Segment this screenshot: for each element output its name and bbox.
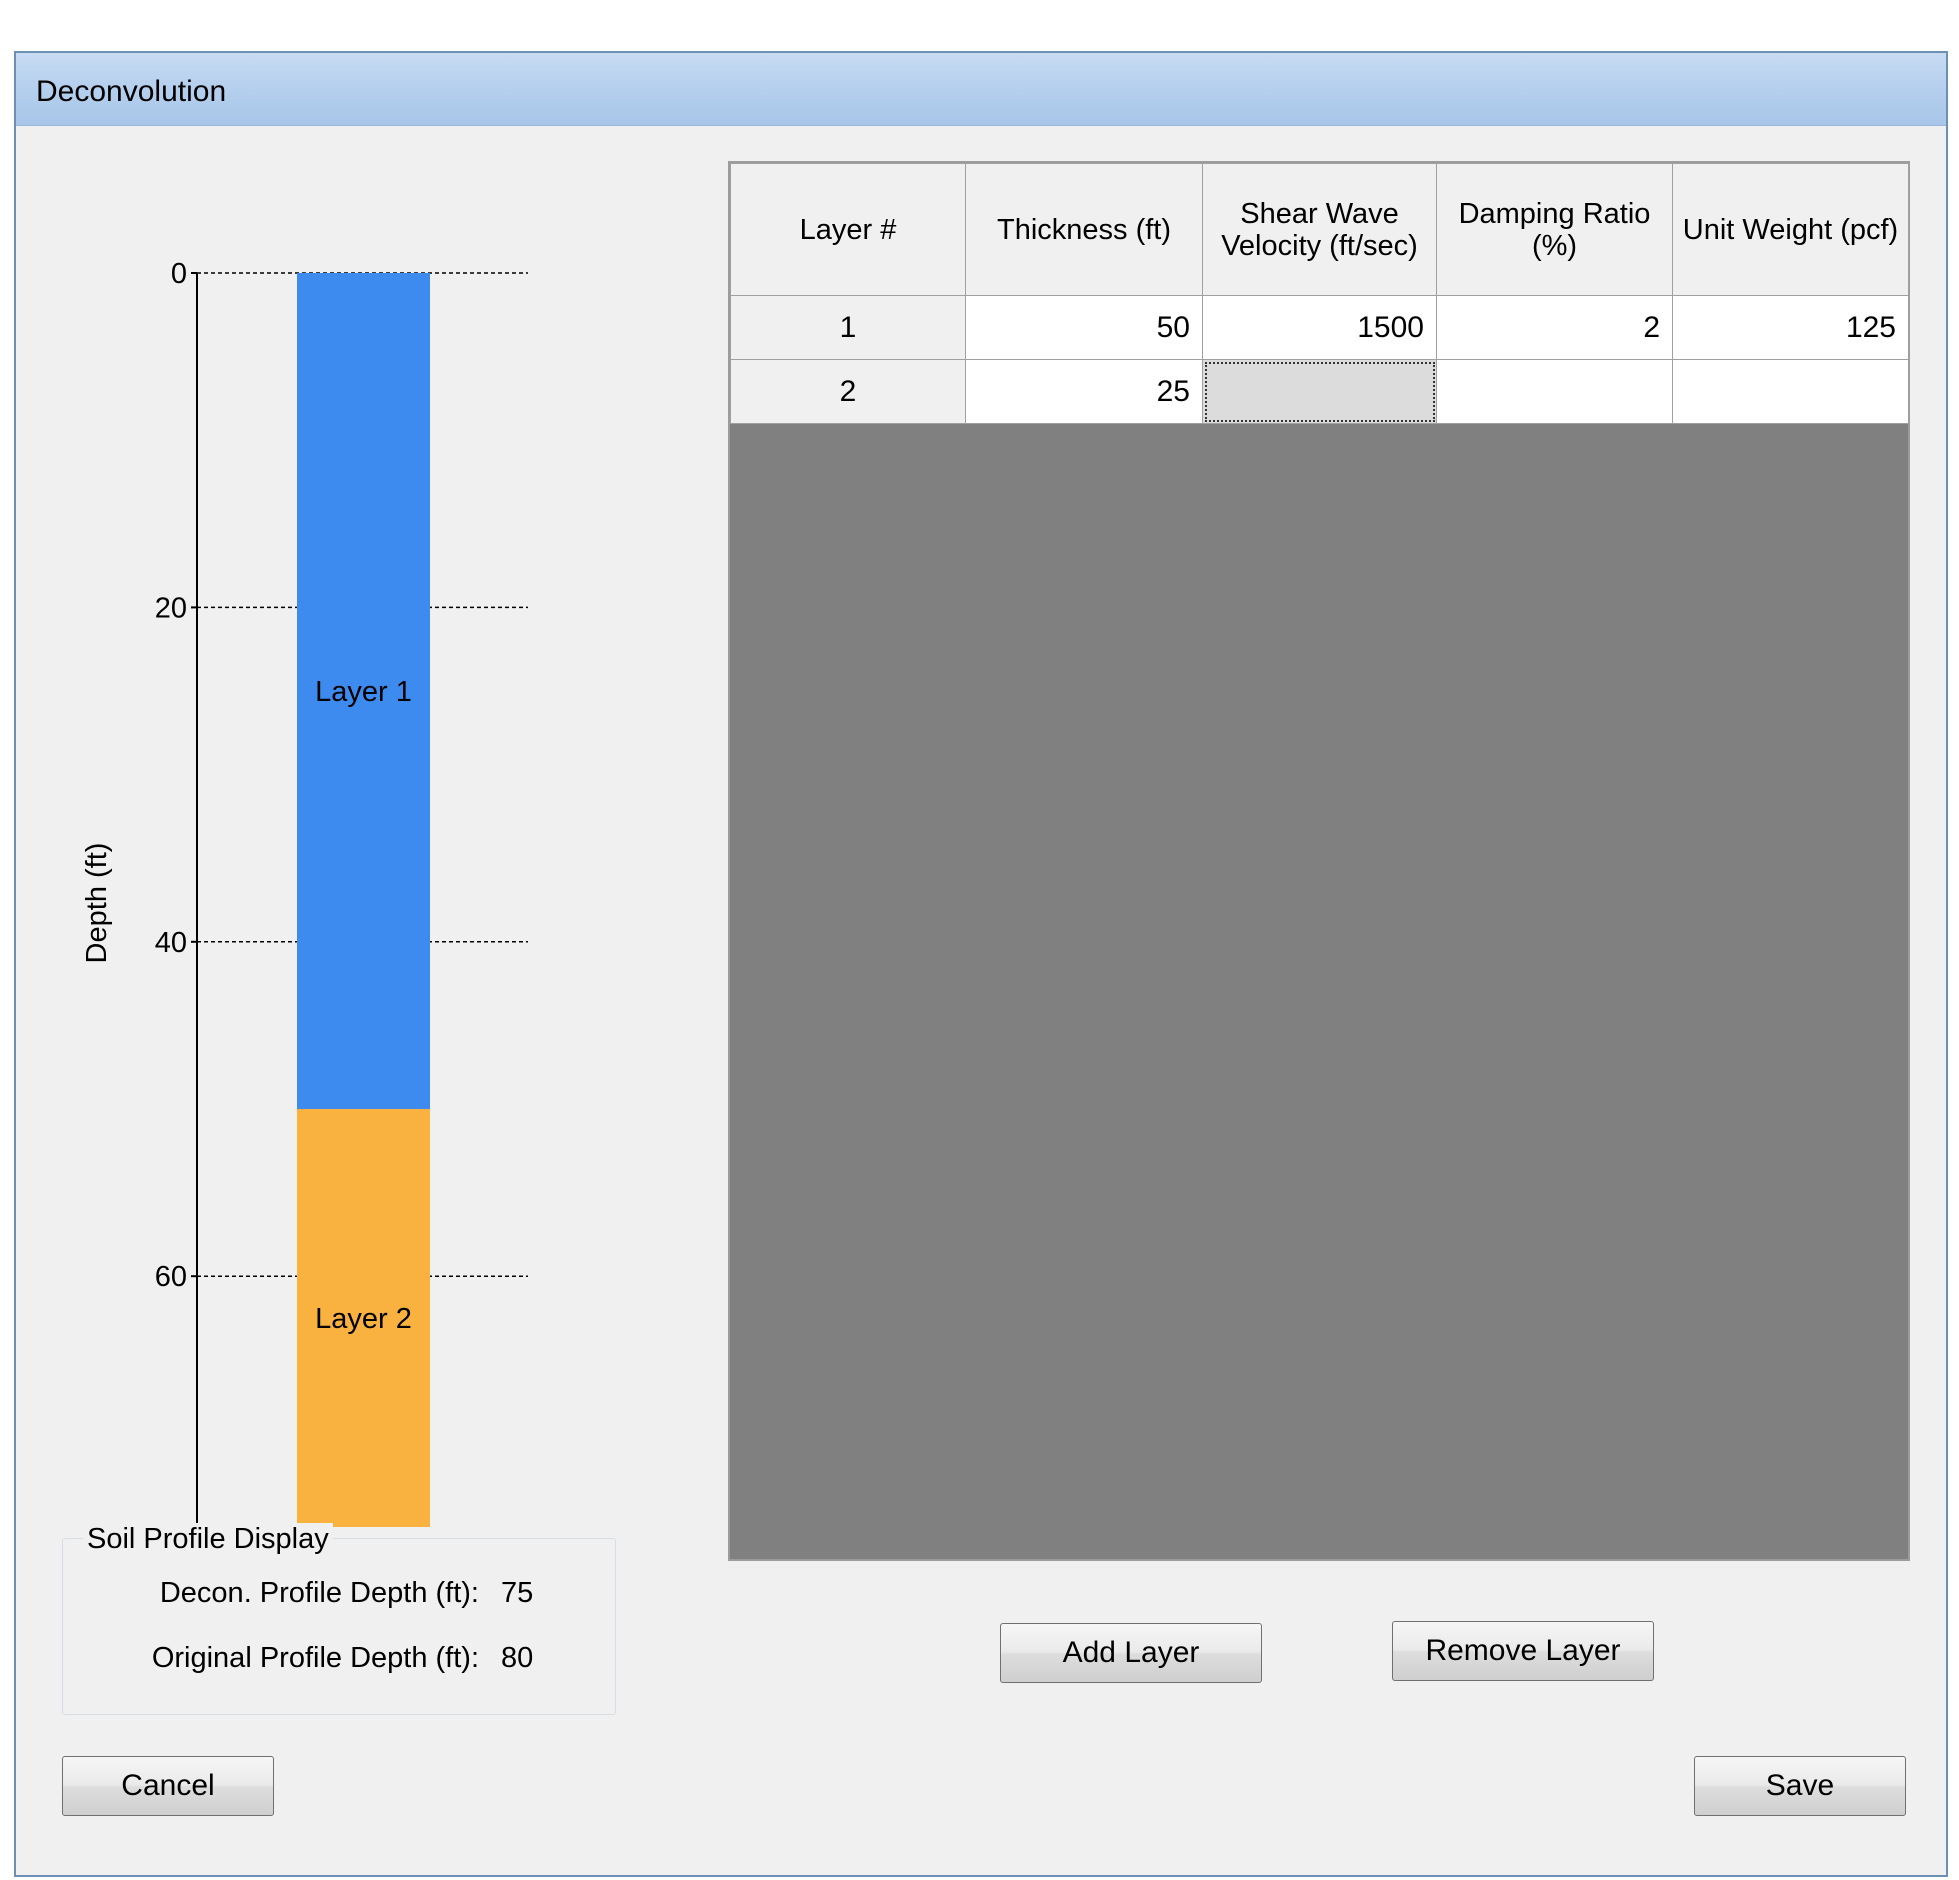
y-tick-label: 60: [155, 1261, 187, 1293]
cell-shear-wave-velocity[interactable]: 1500: [1202, 295, 1437, 360]
group-title: Soil Profile Display: [83, 1523, 333, 1556]
cell-damping-ratio[interactable]: [1436, 359, 1673, 424]
table-row: 1 50 1500 2 125: [730, 295, 1909, 360]
y-axis-title: Depth (ft): [81, 843, 113, 964]
y-tick-label: 0: [171, 258, 187, 290]
original-depth-label: Original Profile Depth (ft):: [151, 1642, 479, 1674]
cell-unit-weight[interactable]: [1672, 359, 1909, 424]
y-tick-label: 40: [155, 927, 187, 959]
cell-unit-weight[interactable]: 125: [1672, 295, 1909, 360]
header-row: Layer # Thickness (ft) Shear Wave Veloci…: [730, 163, 1909, 296]
save-button[interactable]: Save: [1694, 1756, 1906, 1816]
add-layer-button[interactable]: Add Layer: [1000, 1623, 1262, 1683]
cell-thickness[interactable]: 25: [965, 359, 1203, 424]
column-header-damping-ratio[interactable]: Damping Ratio (%): [1436, 163, 1673, 296]
column-header-shear-wave-velocity[interactable]: Shear Wave Velocity (ft/sec): [1202, 163, 1437, 296]
layer-label-1: Layer 1: [315, 676, 412, 708]
layer-label-2: Layer 2: [315, 1303, 412, 1335]
title-bar: Deconvolution: [16, 53, 1946, 126]
cell-layer-number[interactable]: 1: [730, 295, 966, 360]
column-header-thickness[interactable]: Thickness (ft): [965, 163, 1203, 296]
cell-shear-wave-velocity-selected[interactable]: [1202, 359, 1437, 424]
deconvolution-window: Deconvolution Layer 1 Layer 2 0 20 40 60 Depth…: [14, 51, 1948, 1877]
cell-layer-number[interactable]: 2: [730, 359, 966, 424]
soil-profile-chart: Layer 1 Layer 2 0 20 40 60 Depth (ft): [56, 183, 656, 1553]
cancel-button[interactable]: Cancel: [62, 1756, 274, 1816]
layer-data-grid[interactable]: Layer # Thickness (ft) Shear Wave Veloci…: [728, 161, 1910, 1561]
column-header-layer-number[interactable]: Layer #: [730, 163, 966, 296]
soil-profile-display-group: Soil Profile Display Decon. Profile Dept…: [62, 1523, 616, 1715]
remove-layer-button[interactable]: Remove Layer: [1392, 1621, 1654, 1681]
layer-table: Layer # Thickness (ft) Shear Wave Veloci…: [730, 163, 1909, 424]
original-depth-value: 80: [501, 1642, 534, 1674]
cell-damping-ratio[interactable]: 2: [1436, 295, 1673, 360]
profile-chart-svg: Layer 1 Layer 2 0 20 40 60 Depth (ft): [81, 258, 528, 1527]
cell-thickness[interactable]: 50: [965, 295, 1203, 360]
decon-depth-value: 75: [501, 1577, 534, 1609]
decon-depth-label: Decon. Profile Depth (ft):: [159, 1577, 479, 1609]
column-header-unit-weight[interactable]: Unit Weight (pcf): [1672, 163, 1909, 296]
y-tick-label: 20: [155, 592, 187, 624]
table-row: 2 25: [730, 359, 1909, 424]
window-title: Deconvolution: [36, 75, 227, 108]
